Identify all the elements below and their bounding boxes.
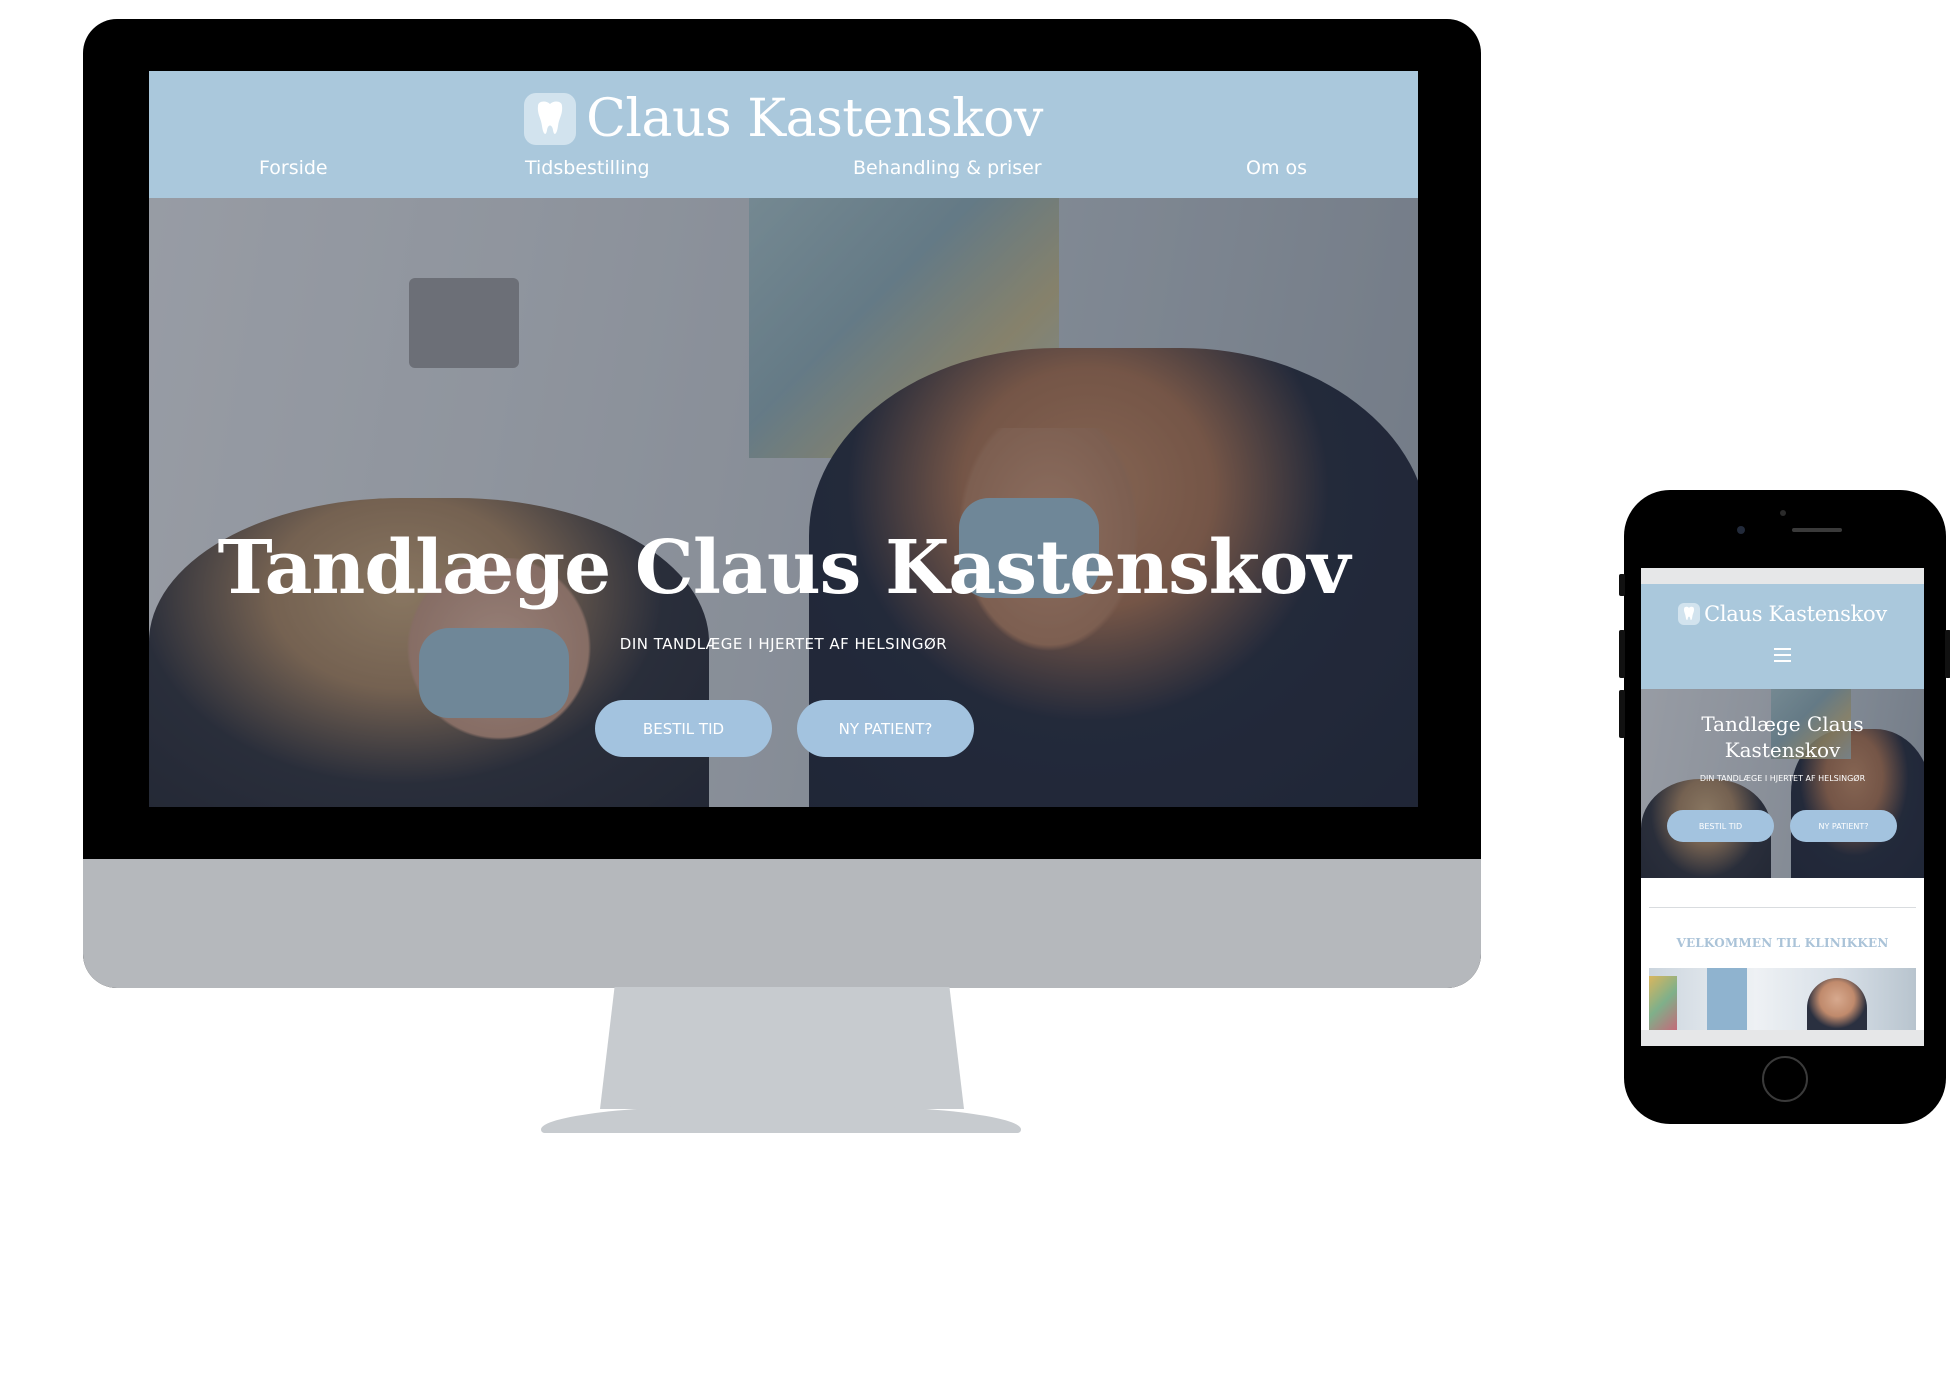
tooth-icon xyxy=(524,93,577,145)
mobile-hero-title-line2: Kastenskov xyxy=(1724,738,1841,762)
mobile-phone: Claus Kastenskov Tandlæge Claus Kastensk… xyxy=(1619,490,1950,1124)
nav-item-forside[interactable]: Forside xyxy=(259,157,328,179)
nav-item-om-os[interactable]: Om os xyxy=(1246,157,1307,179)
ny-patient-button[interactable]: NY PATIENT? xyxy=(797,700,974,757)
home-button[interactable] xyxy=(1762,1056,1808,1102)
main-nav: Forside Tidsbestilling Behandling & pris… xyxy=(149,157,1418,187)
monitor-stand xyxy=(600,987,964,1109)
mobile-hero-title: Tandlæge Claus Kastenskov xyxy=(1641,711,1924,763)
earpiece-speaker xyxy=(1792,528,1842,532)
mute-switch xyxy=(1619,574,1625,596)
mobile-brand-name: Claus Kastenskov xyxy=(1704,602,1887,626)
mobile-hero-title-line1: Tandlæge Claus xyxy=(1701,712,1864,736)
welcome-heading: VELKOMMEN TIL KLINIKKEN xyxy=(1676,936,1889,950)
desktop-screen: Claus Kastenskov Forside Tidsbestilling … xyxy=(149,71,1418,807)
mobile-status-bar xyxy=(1641,568,1924,584)
monitor-chin xyxy=(83,859,1481,988)
volume-down-button xyxy=(1619,690,1625,738)
hamburger-menu-icon[interactable] xyxy=(1774,648,1791,662)
bestil-tid-button[interactable]: BESTIL TID xyxy=(595,700,772,757)
clinic-photo xyxy=(1649,968,1916,1030)
mobile-site-header: Claus Kastenskov xyxy=(1641,584,1924,689)
mobile-ny-patient-button[interactable]: NY PATIENT? xyxy=(1790,810,1897,842)
section-divider xyxy=(1649,907,1916,908)
proximity-sensor xyxy=(1780,510,1786,516)
mobile-bestil-tid-button[interactable]: BESTIL TID xyxy=(1667,810,1774,842)
power-button xyxy=(1945,630,1950,678)
mobile-hero-section: Tandlæge Claus Kastenskov DIN TANDLÆGE I… xyxy=(1641,689,1924,878)
hero-overlay xyxy=(149,198,1418,807)
hero-title: Tandlæge Claus Kastenskov xyxy=(217,525,1351,611)
hero-section: Tandlæge Claus Kastenskov DIN TANDLÆGE I… xyxy=(149,198,1418,807)
front-camera-icon xyxy=(1737,526,1745,534)
volume-up-button xyxy=(1619,630,1625,678)
monitor-stand-base xyxy=(541,1105,1021,1133)
brand-name: Claus Kastenskov xyxy=(586,89,1043,149)
site-brand[interactable]: Claus Kastenskov xyxy=(149,89,1418,149)
tooth-icon xyxy=(1678,603,1701,625)
mobile-bottom-bar xyxy=(1641,1030,1924,1046)
hero-subtitle: DIN TANDLÆGE I HJERTET AF HELSINGØR xyxy=(619,635,948,653)
nav-item-tidsbestilling[interactable]: Tidsbestilling xyxy=(525,157,650,179)
desktop-monitor: Claus Kastenskov Forside Tidsbestilling … xyxy=(83,19,1481,988)
site-header: Claus Kastenskov Forside Tidsbestilling … xyxy=(149,71,1418,198)
mobile-site-brand[interactable]: Claus Kastenskov xyxy=(1641,602,1924,626)
mobile-screen: Claus Kastenskov Tandlæge Claus Kastensk… xyxy=(1641,568,1924,1046)
mobile-hero-subtitle: DIN TANDLÆGE I HJERTET AF HELSINGØR xyxy=(1699,774,1866,783)
nav-item-behandling-priser[interactable]: Behandling & priser xyxy=(853,157,1042,179)
